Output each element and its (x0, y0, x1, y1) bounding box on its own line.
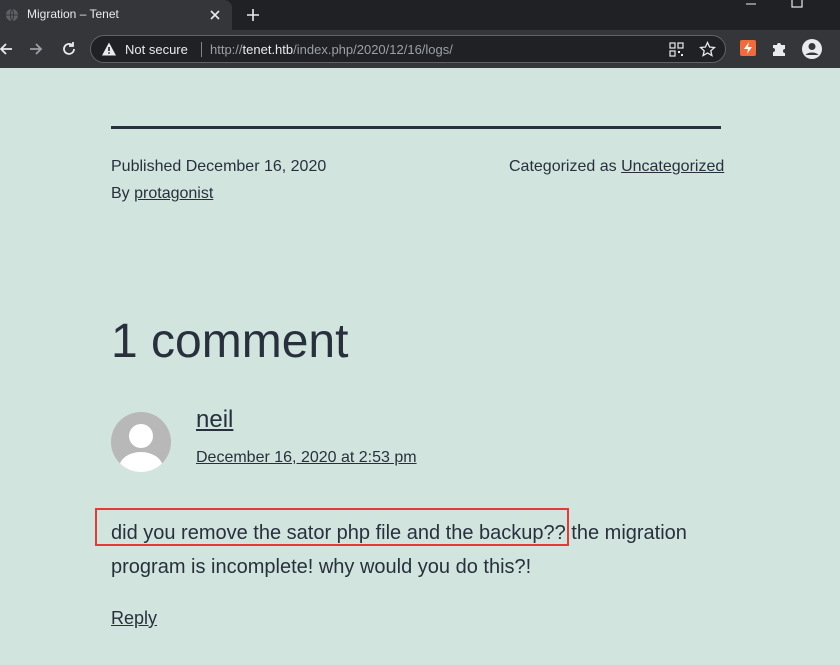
qr-code-icon[interactable] (669, 42, 684, 57)
comment-author-link[interactable]: neil (196, 406, 233, 434)
highlight-box (95, 508, 569, 546)
browser-tab[interactable]: Migration – Tenet (0, 0, 232, 30)
published-date: Published December 16, 2020 (111, 158, 327, 175)
category-link[interactable]: Uncategorized (621, 158, 724, 175)
comment-date-link[interactable]: December 16, 2020 at 2:53 pm (196, 449, 417, 467)
browser-toolbar: Not secure http://tenet.htb/index.php/20… (0, 30, 840, 68)
category-label: Categorized as (509, 158, 617, 175)
close-icon[interactable] (207, 7, 223, 23)
url-scheme: http:// (210, 42, 243, 57)
extension-icon[interactable] (740, 40, 756, 56)
page-content: Published December 16, 2020 By protagoni… (0, 68, 840, 665)
security-label[interactable]: Not secure (125, 42, 188, 57)
byline: By protagonist (111, 185, 213, 203)
address-bar[interactable]: Not secure http://tenet.htb/index.php/20… (90, 35, 726, 63)
profile-icon[interactable] (801, 38, 823, 60)
person-icon (119, 424, 163, 472)
comments-title: 1 comment (111, 315, 349, 368)
omnibox-divider (201, 42, 202, 57)
puzzle-icon[interactable] (771, 40, 788, 57)
lightning-icon (744, 42, 752, 54)
globe-icon (6, 8, 18, 22)
reload-icon[interactable] (60, 40, 78, 58)
separator-line (111, 126, 721, 129)
star-icon[interactable] (699, 41, 716, 58)
tab-title: Migration – Tenet (27, 7, 119, 21)
plus-icon[interactable] (244, 6, 262, 24)
back-icon[interactable] (0, 40, 15, 58)
byline-label: By (111, 185, 130, 202)
category-info: Categorized as Uncategorized (509, 158, 724, 176)
minimize-icon[interactable] (743, 0, 759, 10)
reply-link[interactable]: Reply (111, 608, 157, 629)
avatar (111, 412, 171, 472)
browser-titlebar: Migration – Tenet (0, 0, 840, 30)
maximize-icon[interactable] (790, 0, 804, 10)
url-text[interactable]: http://tenet.htb/index.php/2020/12/16/lo… (210, 42, 453, 57)
forward-icon[interactable] (27, 40, 45, 58)
url-path: /index.php/2020/12/16/logs/ (293, 42, 453, 57)
author-link[interactable]: protagonist (134, 185, 213, 202)
warning-icon[interactable] (101, 41, 117, 57)
url-host: tenet.htb (242, 42, 294, 57)
